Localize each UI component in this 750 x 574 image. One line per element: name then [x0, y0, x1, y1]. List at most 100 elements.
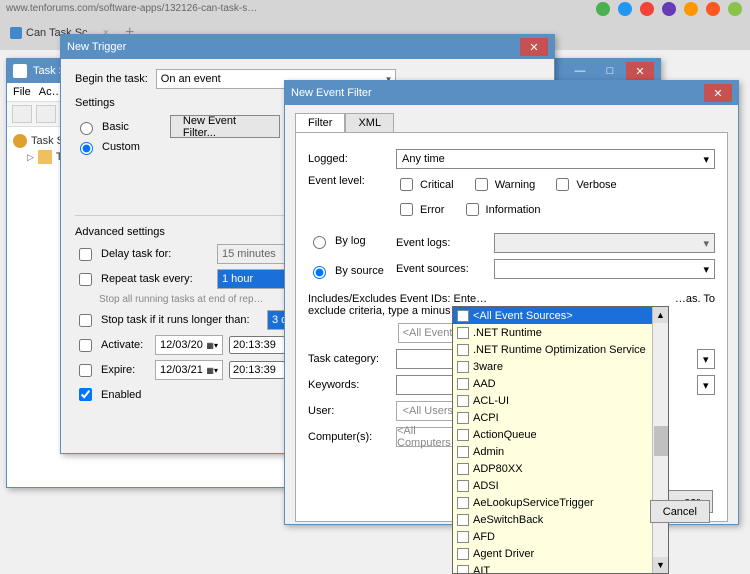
custom-radio[interactable]	[80, 142, 93, 155]
bylog-radio[interactable]	[313, 236, 326, 249]
dropdown-item-selected[interactable]: <All Event Sources>	[453, 307, 668, 324]
close-button[interactable]: ✕	[520, 38, 548, 56]
ext-icon[interactable]	[728, 2, 742, 16]
checkbox-icon[interactable]	[457, 514, 469, 526]
checkbox-icon[interactable]	[457, 395, 469, 407]
bysource-radio[interactable]	[313, 266, 326, 279]
warning-checkbox[interactable]	[475, 178, 488, 191]
dropdown-item[interactable]: Agent Driver	[453, 545, 668, 562]
activate-label: Activate:	[101, 339, 149, 351]
verbose-checkbox[interactable]	[556, 178, 569, 191]
dropdown-item[interactable]: .NET Runtime Optimization Service	[453, 341, 668, 358]
information-checkbox[interactable]	[466, 203, 479, 216]
checkbox-icon[interactable]	[457, 378, 469, 390]
item-label: <All Event Sources>	[473, 310, 573, 322]
enabled-label: Enabled	[101, 389, 141, 401]
dropdown-item[interactable]: ADSI	[453, 477, 668, 494]
bysource-radio-row[interactable]: By source	[308, 263, 388, 279]
eventlogs-select[interactable]: ▾	[494, 233, 715, 253]
titlebar[interactable]: New Trigger ✕	[61, 35, 554, 59]
menu-action[interactable]: Ac…	[39, 86, 63, 98]
ext-icon[interactable]	[684, 2, 698, 16]
checkbox-icon[interactable]	[457, 446, 469, 458]
item-label: Admin	[473, 446, 504, 458]
expire-checkbox[interactable]	[79, 364, 92, 377]
chevron-down-icon: ▾	[703, 153, 709, 166]
folder-icon	[38, 150, 52, 164]
checkbox-icon[interactable]	[457, 327, 469, 339]
dropdown-item[interactable]: AFD	[453, 528, 668, 545]
dropdown-item[interactable]: AeLookupServiceTrigger	[453, 494, 668, 511]
ext-icon[interactable]	[706, 2, 720, 16]
expire-date-field[interactable]: 12/03/21▦▾	[155, 360, 223, 380]
close-button[interactable]: ✕	[626, 62, 654, 80]
eventsources-select[interactable]: ▾	[494, 259, 715, 279]
checkbox-icon[interactable]	[457, 310, 469, 322]
checkbox-icon[interactable]	[457, 429, 469, 441]
logged-select[interactable]: Any time ▾	[396, 149, 715, 169]
checkbox-icon[interactable]	[457, 548, 469, 560]
close-button[interactable]: ✕	[704, 84, 732, 102]
activate-date-field[interactable]: 12/03/20▦▾	[155, 335, 223, 355]
toolbar-button[interactable]	[12, 105, 32, 123]
checkbox-icon[interactable]	[457, 463, 469, 475]
dropdown-item[interactable]: AIT	[453, 562, 668, 574]
scroll-down-icon[interactable]: ▼	[653, 557, 668, 573]
checkbox-icon[interactable]	[457, 480, 469, 492]
begin-task-label: Begin the task:	[75, 73, 148, 85]
scroll-up-icon[interactable]: ▲	[653, 307, 668, 323]
bylog-radio-row[interactable]: By log	[308, 233, 388, 249]
scrollbar[interactable]: ▲ ▼	[652, 307, 668, 573]
item-label: ADSI	[473, 480, 499, 492]
expire-time-field[interactable]	[229, 361, 285, 379]
activate-time-field[interactable]	[229, 336, 285, 354]
dropdown-item[interactable]: ADP80XX	[453, 460, 668, 477]
checkbox-icon[interactable]	[457, 344, 469, 356]
checkbox-icon[interactable]	[457, 565, 469, 574]
dropdown-item[interactable]: Admin	[453, 443, 668, 460]
dropdown-item[interactable]: ActionQueue	[453, 426, 668, 443]
critical-checkbox[interactable]	[400, 178, 413, 191]
activate-checkbox[interactable]	[79, 339, 92, 352]
dropdown-button[interactable]: ▾	[697, 349, 715, 369]
basic-radio-row[interactable]: Basic	[75, 119, 140, 135]
stop-longer-checkbox[interactable]	[79, 314, 92, 327]
tab-filter[interactable]: Filter	[295, 113, 345, 132]
dropdown-item[interactable]: ACL-UI	[453, 392, 668, 409]
ext-icon[interactable]	[640, 2, 654, 16]
dropdown-button[interactable]: ▾	[697, 375, 715, 395]
checkbox-icon[interactable]	[457, 361, 469, 373]
dropdown-item[interactable]: AAD	[453, 375, 668, 392]
expand-icon[interactable]: ▷	[27, 152, 34, 163]
minimize-button[interactable]: —	[566, 62, 594, 80]
maximize-button[interactable]: □	[596, 62, 624, 80]
repeat-checkbox[interactable]	[79, 273, 92, 286]
menu-file[interactable]: File	[13, 86, 31, 98]
checkbox-icon[interactable]	[457, 531, 469, 543]
delay-checkbox[interactable]	[79, 248, 92, 261]
basic-radio[interactable]	[80, 122, 93, 135]
tab-xml[interactable]: XML	[345, 113, 394, 132]
checkbox-icon[interactable]	[457, 497, 469, 509]
tabstrip: Filter XML	[295, 113, 728, 132]
custom-radio-row[interactable]: Custom	[75, 139, 140, 155]
item-label: 3ware	[473, 361, 503, 373]
ext-icon[interactable]	[662, 2, 676, 16]
error-checkbox[interactable]	[400, 203, 413, 216]
enabled-checkbox[interactable]	[79, 388, 92, 401]
eventsources-dropdown[interactable]: <All Event Sources> .NET Runtime.NET Run…	[452, 306, 669, 574]
ext-icon[interactable]	[618, 2, 632, 16]
dropdown-item[interactable]: 3ware	[453, 358, 668, 375]
item-label: AFD	[473, 531, 495, 543]
dropdown-item[interactable]: .NET Runtime	[453, 324, 668, 341]
titlebar[interactable]: New Event Filter ✕	[285, 81, 738, 105]
toolbar-button[interactable]	[36, 105, 56, 123]
cancel-button[interactable]: Cancel	[650, 500, 710, 523]
checkbox-icon[interactable]	[457, 412, 469, 424]
scroll-thumb[interactable]	[654, 426, 668, 456]
ext-icon[interactable]	[596, 2, 610, 16]
radio-label: Basic	[102, 121, 129, 133]
dropdown-item[interactable]: ACPI	[453, 409, 668, 426]
new-event-filter-button[interactable]: New Event Filter...	[170, 115, 280, 138]
dropdown-item[interactable]: AeSwitchBack	[453, 511, 668, 528]
